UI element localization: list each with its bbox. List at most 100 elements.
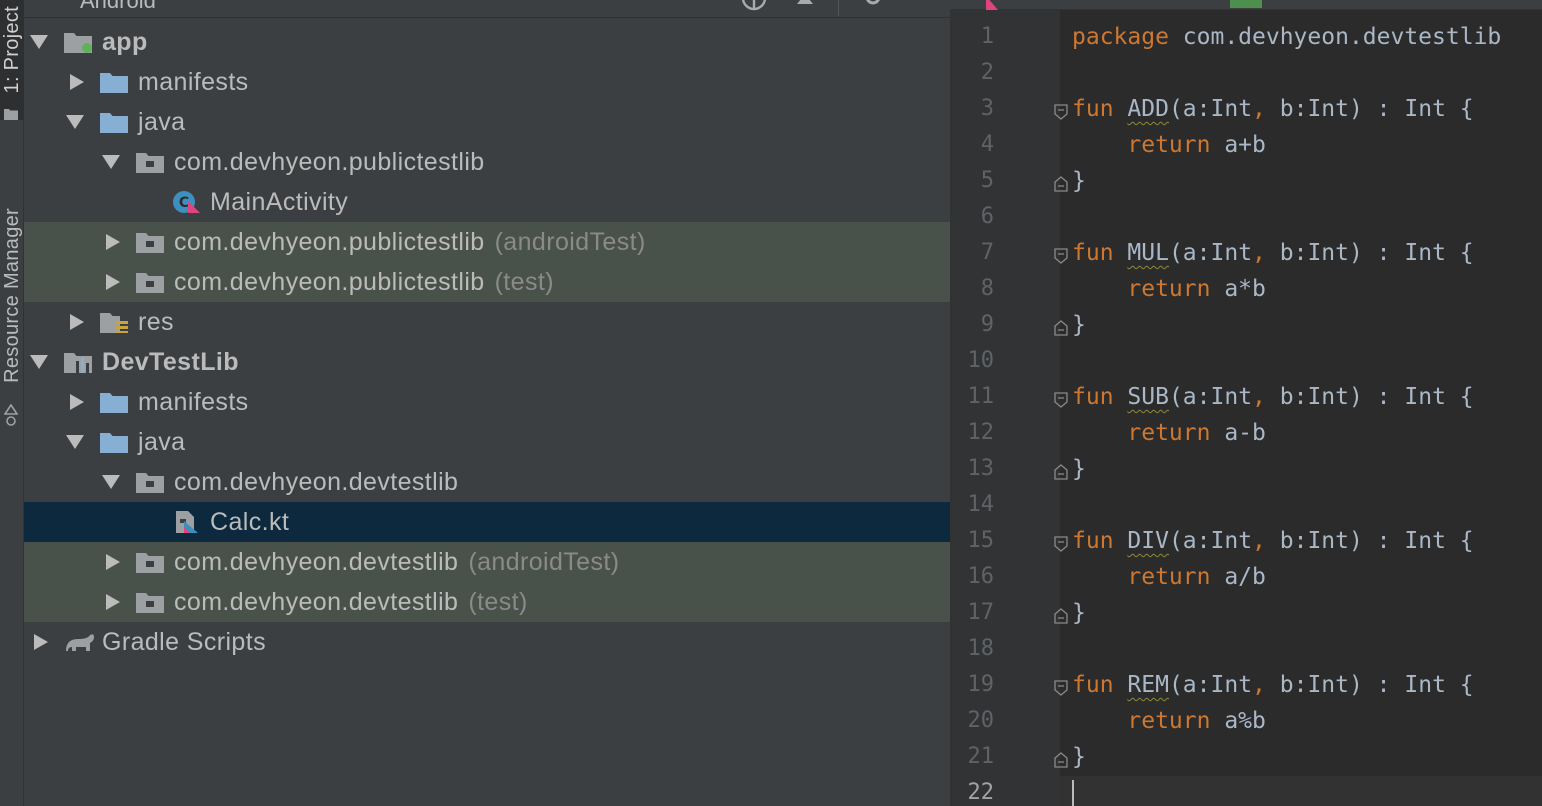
tree-row[interactable]: DevTestLib [24,342,950,382]
tree-row[interactable]: Calc.kt [24,502,950,542]
code-line: fun DIV(a:Int, b:Int) : Int { [1072,528,1474,564]
tab-resource-manager[interactable]: Resource Manager [0,160,24,430]
code-editor[interactable]: package com.devhyeon.devtestlib fun ADD(a… [1054,10,1542,806]
tree-row-label: com.devhyeon.devtestlib (androidTest) [174,548,619,577]
tree-row-source-set: (androidTest) [468,548,620,576]
chevron-right-icon[interactable] [106,234,120,250]
text-caret [1072,780,1074,806]
code-token: } [1072,168,1086,194]
tree-row[interactable]: com.devhyeon.publictestlib [24,142,950,182]
tree-row[interactable]: com.devhyeon.publictestlib (androidTest) [24,222,950,262]
code-line: } [1072,168,1086,204]
line-number: 20 [967,708,995,733]
code-line: fun REM(a:Int, b:Int) : Int { [1072,672,1474,708]
chevron-right-icon[interactable] [106,274,120,290]
gradle-icon [64,631,96,653]
chevron-down-icon[interactable] [30,35,48,49]
fold-close-icon[interactable] [1054,608,1068,624]
code-token: a/b [1210,564,1266,590]
header-separator [838,0,839,16]
code-line: fun SUB(a:Int, b:Int) : Int { [1072,384,1474,420]
line-number: 5 [980,168,994,193]
fold-open-icon[interactable] [1054,536,1068,552]
chevron-right-icon[interactable] [106,554,120,570]
fold-open-icon[interactable] [1054,680,1068,696]
tree-row[interactable]: com.devhyeon.publictestlib (test) [24,262,950,302]
tree-row-name: java [138,108,186,136]
line-number: 15 [967,528,995,553]
chevron-right-icon[interactable] [34,634,48,650]
chevron-right-icon[interactable] [70,74,84,90]
tree-row[interactable]: manifests [24,382,950,422]
chevron-down-icon[interactable] [66,435,84,449]
tree-row[interactable]: com.devhyeon.devtestlib [24,462,950,502]
tree-row-label: com.devhyeon.devtestlib (test) [174,588,528,617]
code-line: } [1072,312,1086,348]
function-name-token: ADD [1127,96,1169,122]
project-view-selector[interactable]: Android [80,0,156,14]
package-icon [136,231,164,253]
folder-icon [100,111,128,133]
package-icon [136,551,164,573]
tree-row[interactable]: Gradle Scripts [24,622,950,662]
code-line: return a+b [1072,132,1266,168]
tree-row-label: manifests [138,68,249,97]
code-token: b:Int) : Int { [1265,96,1474,122]
module-app-icon [64,31,92,53]
tree-row-name: res [138,308,174,336]
code-token: } [1072,456,1086,482]
line-number: 6 [980,204,994,229]
resource-manager-icon [4,404,18,426]
chevron-down-icon[interactable] [30,355,48,369]
tree-row[interactable]: app [24,22,950,62]
chevron-right-icon[interactable] [70,314,84,330]
fold-open-icon[interactable] [1054,392,1068,408]
chevron-down-icon[interactable] [102,155,120,169]
tree-row[interactable]: com.devhyeon.devtestlib (test) [24,582,950,622]
collapse-all-icon[interactable] [794,0,816,10]
chevron-right-icon[interactable] [70,394,84,410]
tree-row-name: Calc.kt [210,508,290,536]
tree-row[interactable]: java [24,102,950,142]
tree-row-label: Calc.kt [210,508,289,537]
code-line: return a%b [1072,708,1266,744]
locate-icon[interactable] [740,0,768,12]
code-line: } [1072,744,1086,780]
fold-open-icon[interactable] [1054,104,1068,120]
tree-row[interactable]: manifests [24,62,950,102]
tree-row-label: DevTestLib [102,348,239,377]
current-line-highlight [1060,776,1542,806]
chevron-down-icon[interactable] [66,115,84,129]
chevron-right-icon[interactable] [106,594,120,610]
fold-close-icon[interactable] [1054,176,1068,192]
code-token: b:Int) : Int { [1265,384,1474,410]
tree-row-label: manifests [138,388,249,417]
tree-row-label: app [102,28,148,57]
fold-close-icon[interactable] [1054,320,1068,336]
tab-project[interactable]: 1: Project [0,0,24,120]
fold-open-icon[interactable] [1054,248,1068,264]
tree-row[interactable]: com.devhyeon.devtestlib (androidTest) [24,542,950,582]
fold-close-icon[interactable] [1054,752,1068,768]
tree-row[interactable]: res [24,302,950,342]
code-token: (a:Int [1168,240,1253,266]
chevron-down-icon[interactable] [102,475,120,489]
tree-row-source-set: (androidTest) [494,228,646,256]
fold-close-icon[interactable] [1054,464,1068,480]
tree-row[interactable]: C MainActivity [24,182,950,222]
tree-row-label: res [138,308,174,337]
kotlin-file-icon[interactable] [972,0,1000,10]
code-token: b:Int) : Int { [1265,672,1474,698]
code-token: (a:Int [1168,528,1253,554]
keyword-token: , [1252,672,1266,698]
manifest-file-icon[interactable] [1230,0,1262,8]
tree-row-label: com.devhyeon.publictestlib (test) [174,268,554,297]
tree-row-label: java [138,428,185,457]
tree-row-label: MainActivity [210,188,348,217]
kotlin-class-icon: C [172,191,200,213]
tree-row-source-set: (test) [468,588,528,616]
tree-row[interactable]: java [24,422,950,462]
tree-row-label: java [138,108,185,137]
gear-icon[interactable] [860,0,886,10]
